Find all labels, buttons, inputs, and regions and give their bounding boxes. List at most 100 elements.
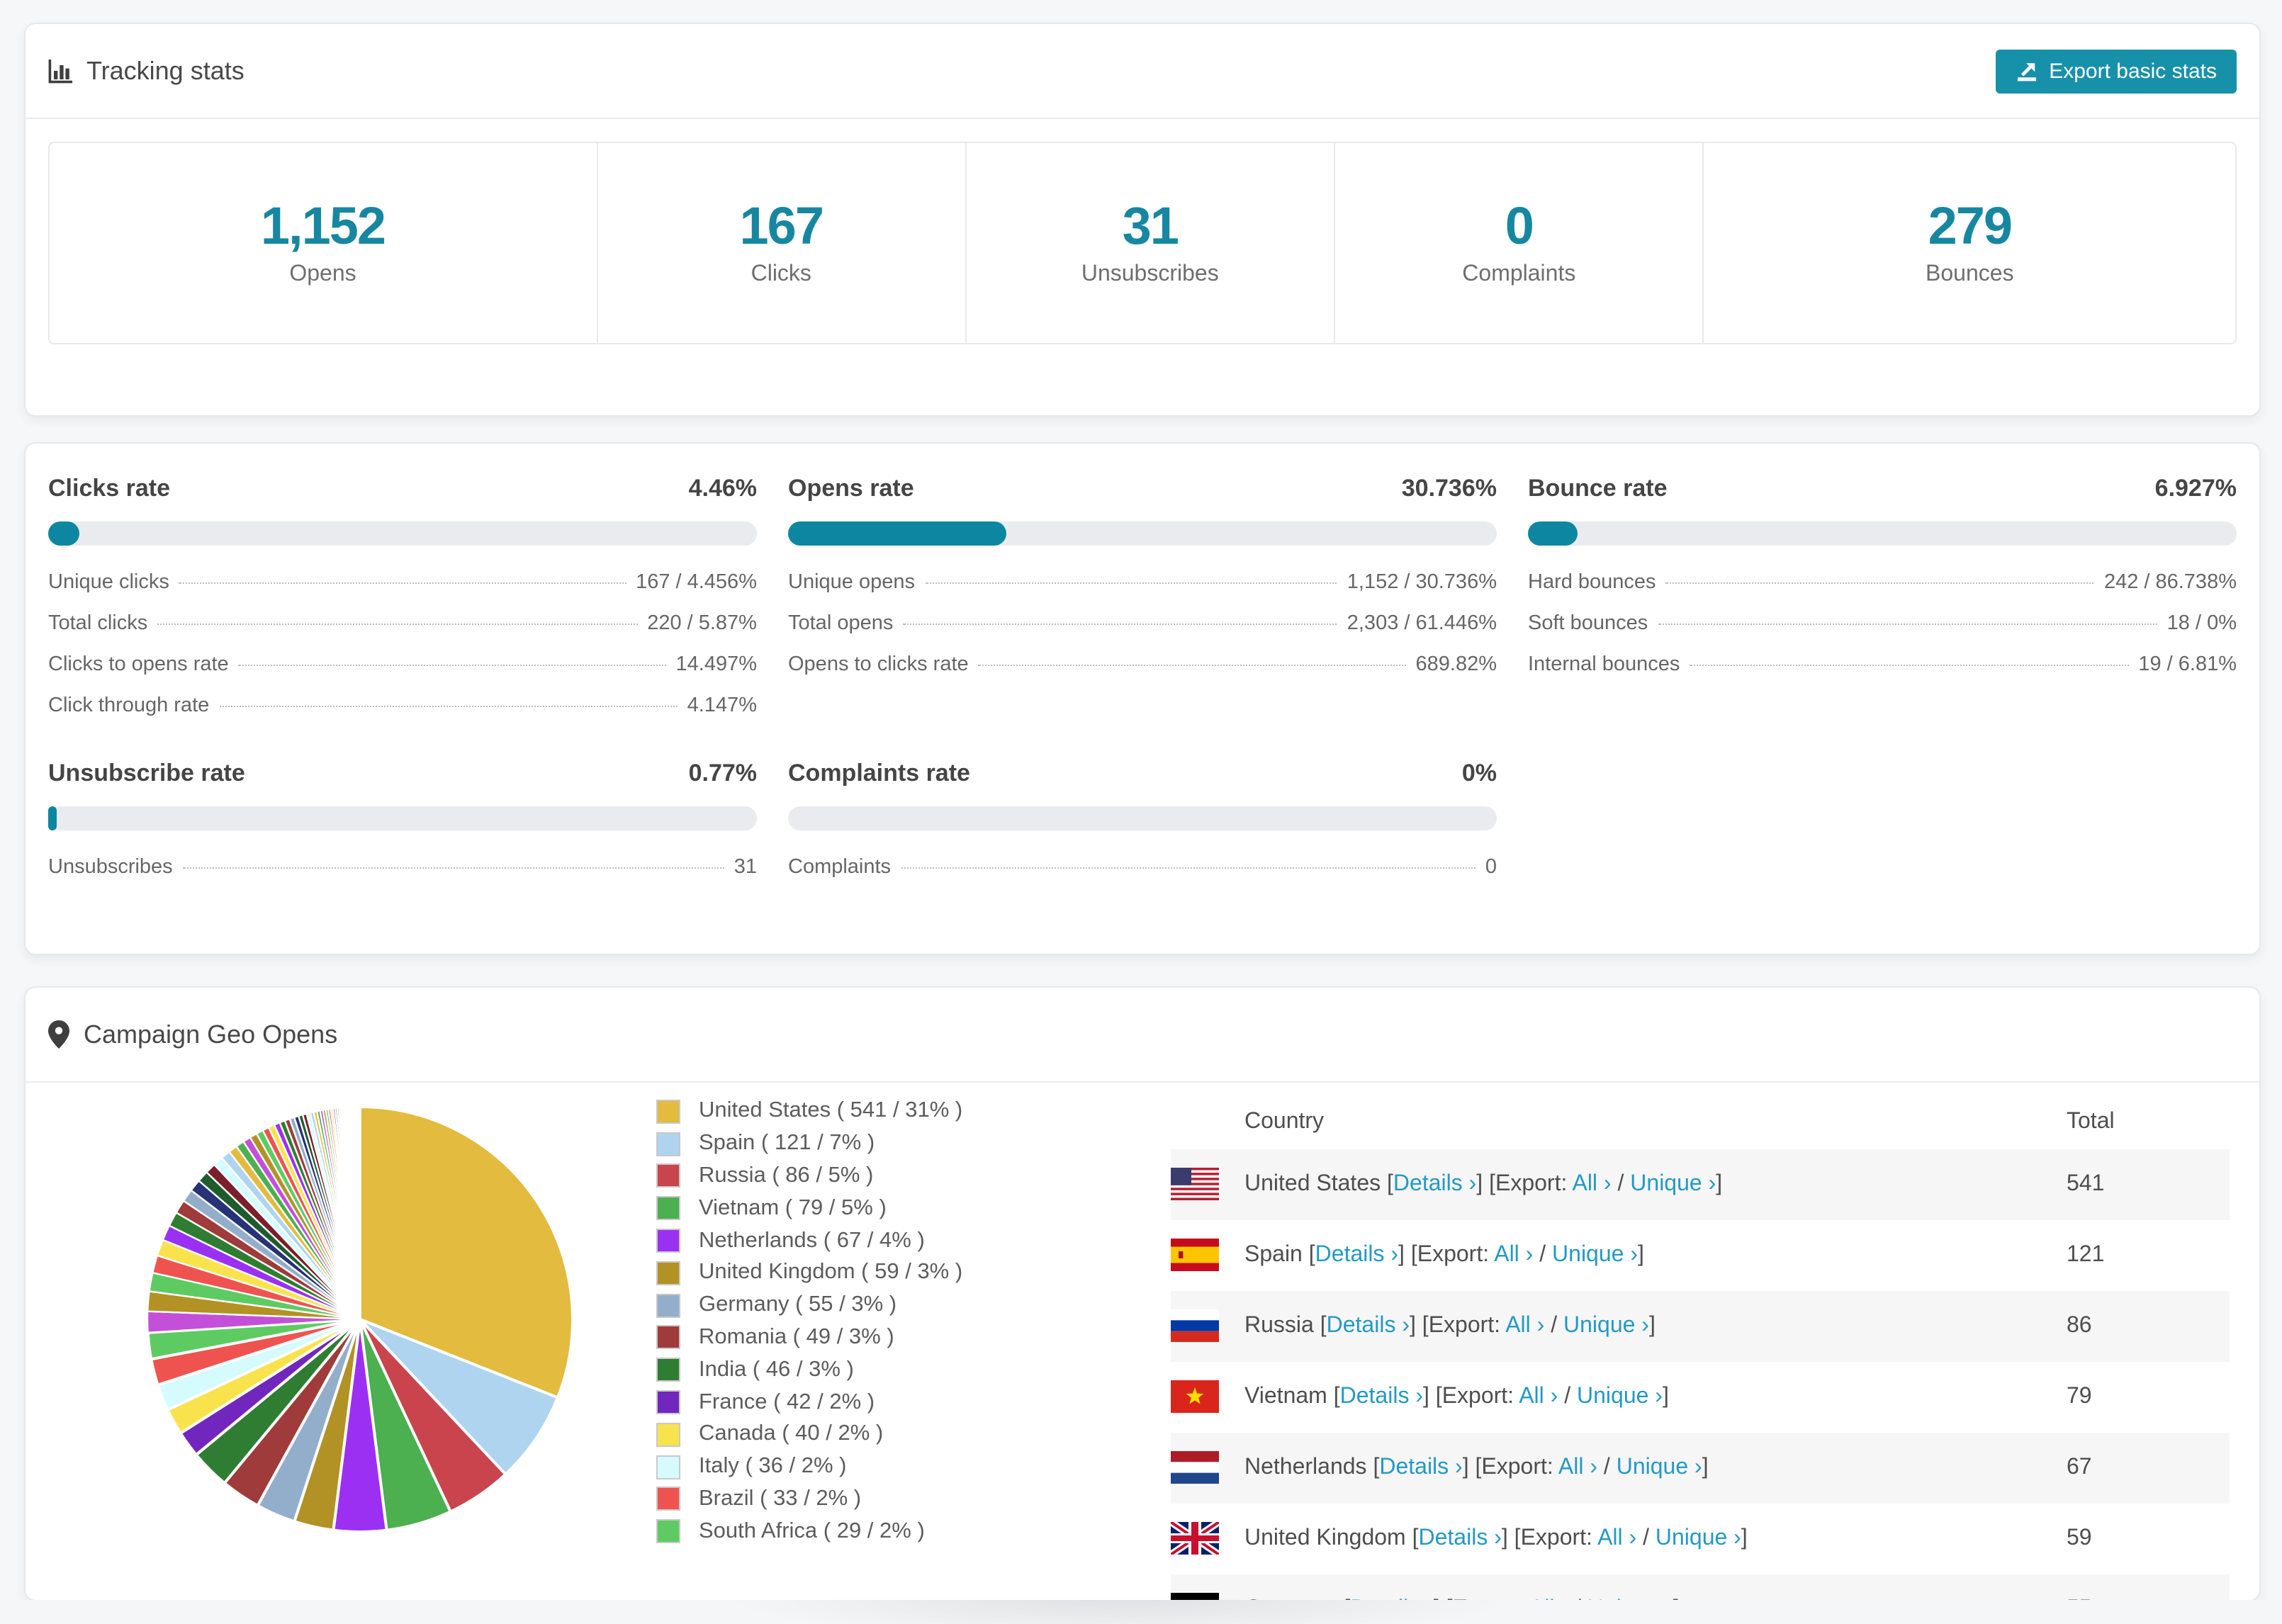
details-link[interactable]: Details › xyxy=(1393,1172,1476,1196)
export-unique-link[interactable]: Unique › xyxy=(1656,1526,1741,1550)
legend-item: Vietnam ( 79 / 5% ) xyxy=(656,1192,962,1225)
details-link[interactable]: Details › xyxy=(1379,1455,1462,1479)
export-all-link[interactable]: All › xyxy=(1558,1455,1597,1479)
detail-label: Total opens xyxy=(788,612,894,635)
bracket: ] xyxy=(1741,1526,1748,1550)
export-unique-link[interactable]: Unique › xyxy=(1630,1172,1716,1196)
detail-value: 0 xyxy=(1485,856,1497,879)
legend-swatch-icon xyxy=(656,1196,680,1221)
export-all-link[interactable]: All › xyxy=(1519,1385,1558,1409)
legend-label: Vietnam ( 79 / 5% ) xyxy=(699,1195,887,1220)
details-link[interactable]: Details › xyxy=(1315,1243,1398,1267)
country-name: Spain xyxy=(1244,1243,1309,1267)
legend-item: India ( 46 / 3% ) xyxy=(656,1354,962,1387)
rate-detail-row: Internal bounces 19 / 6.81% xyxy=(1528,653,2237,676)
campaign-geo-opens-card: Campaign Geo Opens United States ( 541 /… xyxy=(24,986,2261,1601)
rate-progress-fill xyxy=(788,521,1006,546)
bracket: [ xyxy=(1308,1243,1315,1267)
legend-swatch-icon xyxy=(656,1325,680,1350)
dotted-leader xyxy=(978,665,1406,666)
bracket: ] [ xyxy=(1476,1172,1495,1196)
country-name: Vietnam xyxy=(1244,1385,1334,1409)
legend-item: Netherlands ( 67 / 4% ) xyxy=(656,1224,962,1257)
dotted-leader xyxy=(238,665,666,666)
rate-heading: Complaints rate 0% xyxy=(788,760,1497,788)
stat-value: 1,152 xyxy=(260,196,386,255)
detail-label: Internal bounces xyxy=(1528,653,1680,676)
rate-value: 0.77% xyxy=(688,760,757,786)
stat-label: Complaints xyxy=(1462,262,1576,287)
rate-progress-bar xyxy=(48,806,757,830)
rate-detail-row: Clicks to opens rate 14.497% xyxy=(48,653,757,676)
rate-detail-row: Click through rate 4.147% xyxy=(48,694,757,717)
tracking-stats-card: Tracking stats Export basic stats 1,152 O… xyxy=(24,23,2261,417)
stats-row: 1,152 Opens 167 Clicks 31 Unsubscribes 0 Compla… xyxy=(48,142,2237,344)
export-unique-link[interactable]: Unique › xyxy=(1552,1243,1638,1267)
dotted-leader xyxy=(219,706,678,707)
legend-label: Germany ( 55 / 3% ) xyxy=(699,1292,897,1317)
detail-label: Unique opens xyxy=(788,571,915,594)
bar-chart-icon xyxy=(48,59,72,83)
detail-label: Click through rate xyxy=(48,694,210,717)
legend-label: Russia ( 86 / 5% ) xyxy=(699,1163,874,1188)
export-all-link[interactable]: All › xyxy=(1505,1314,1544,1338)
geo-title: Campaign Geo Opens xyxy=(84,1020,338,1048)
details-link[interactable]: Details › xyxy=(1419,1526,1502,1550)
export-unique-link[interactable]: Unique › xyxy=(1563,1314,1649,1338)
dotted-leader xyxy=(1665,582,2094,584)
legend-item: Brazil ( 33 / 2% ) xyxy=(656,1483,962,1516)
legend-swatch-icon xyxy=(656,1519,680,1544)
rate-detail-rows: Unique opens 1,152 / 30.736% Total opens 2,… xyxy=(788,571,1497,676)
export-basic-stats-button[interactable]: Export basic stats xyxy=(1995,49,2237,93)
detail-label: Soft bounces xyxy=(1528,612,1648,635)
detail-value: 2,303 / 61.446% xyxy=(1347,612,1497,635)
legend-label: Brazil ( 33 / 2% ) xyxy=(699,1486,862,1511)
rate-column-clicks-rate: Clicks rate 4.46% Unique clicks 167 / 4.456… xyxy=(48,475,757,717)
rate-value: 30.736% xyxy=(1401,475,1497,502)
export-all-link[interactable]: All › xyxy=(1597,1526,1636,1550)
detail-value: 1,152 / 30.736% xyxy=(1347,571,1497,594)
legend-swatch-icon xyxy=(656,1422,680,1447)
rate-detail-row: Complaints 0 xyxy=(788,856,1497,879)
legend-swatch-icon xyxy=(656,1163,680,1188)
flag-nl-icon xyxy=(1171,1451,1219,1484)
table-row-es: Spain [Details ›] [Export: All › / Uniqu… xyxy=(1171,1220,2230,1291)
country-cell: Spain [Details ›] [Export: All › / Uniqu… xyxy=(1244,1243,1644,1268)
export-all-link[interactable]: All › xyxy=(1572,1172,1611,1196)
country-name: United States xyxy=(1244,1172,1387,1196)
country-name: Russia xyxy=(1244,1314,1320,1338)
dotted-leader xyxy=(903,624,1337,625)
rate-detail-row: Opens to clicks rate 689.82% xyxy=(788,653,1497,676)
details-link[interactable]: Details › xyxy=(1340,1385,1423,1409)
bracket: ] xyxy=(1638,1243,1644,1267)
rate-title: Bounce rate xyxy=(1528,475,1668,502)
export-unique-link[interactable]: Unique › xyxy=(1577,1385,1663,1409)
detail-label: Total clicks xyxy=(48,612,148,635)
detail-label: Clicks to opens rate xyxy=(48,653,229,676)
stat-box-complaints: 0 Complaints xyxy=(1334,143,1703,343)
bracket: [ xyxy=(1412,1526,1419,1550)
legend-item: Canada ( 40 / 2% ) xyxy=(656,1419,962,1451)
rates-card: Clicks rate 4.46% Unique clicks 167 / 4.456… xyxy=(24,442,2261,955)
detail-label: Opens to clicks rate xyxy=(788,653,969,676)
table-row-de: Germany [Details ›] [Export: All › / Uni… xyxy=(1171,1574,2230,1600)
rate-progress-fill xyxy=(1528,521,1578,546)
country-cell: Russia [Details ›] [Export: All › / Uniq… xyxy=(1244,1314,1656,1339)
flag-us-icon xyxy=(1171,1168,1219,1200)
tracking-stats-header: Tracking stats Export basic stats xyxy=(26,24,2259,118)
export-all-link[interactable]: All › xyxy=(1494,1243,1533,1267)
rate-heading: Opens rate 30.736% xyxy=(788,475,1497,503)
bracket: ] [ xyxy=(1398,1243,1417,1267)
details-link[interactable]: Details › xyxy=(1327,1314,1410,1338)
dashboard-page: Tracking stats Export basic stats 1,152 O… xyxy=(0,0,2282,1624)
rate-progress-bar xyxy=(788,806,1497,830)
flag-gb-icon xyxy=(1171,1522,1219,1555)
rate-column-unsubscribe-rate: Unsubscribe rate 0.77% Unsubscribes 31 xyxy=(48,760,757,879)
legend-item: Spain ( 121 / 7% ) xyxy=(656,1128,962,1161)
dotted-leader xyxy=(925,582,1337,584)
total-cell: 86 xyxy=(2067,1314,2092,1338)
bracket: ] xyxy=(1716,1172,1723,1196)
separator: / xyxy=(1636,1526,1656,1550)
export-unique-link[interactable]: Unique › xyxy=(1617,1455,1702,1479)
stat-value: 0 xyxy=(1505,196,1534,255)
